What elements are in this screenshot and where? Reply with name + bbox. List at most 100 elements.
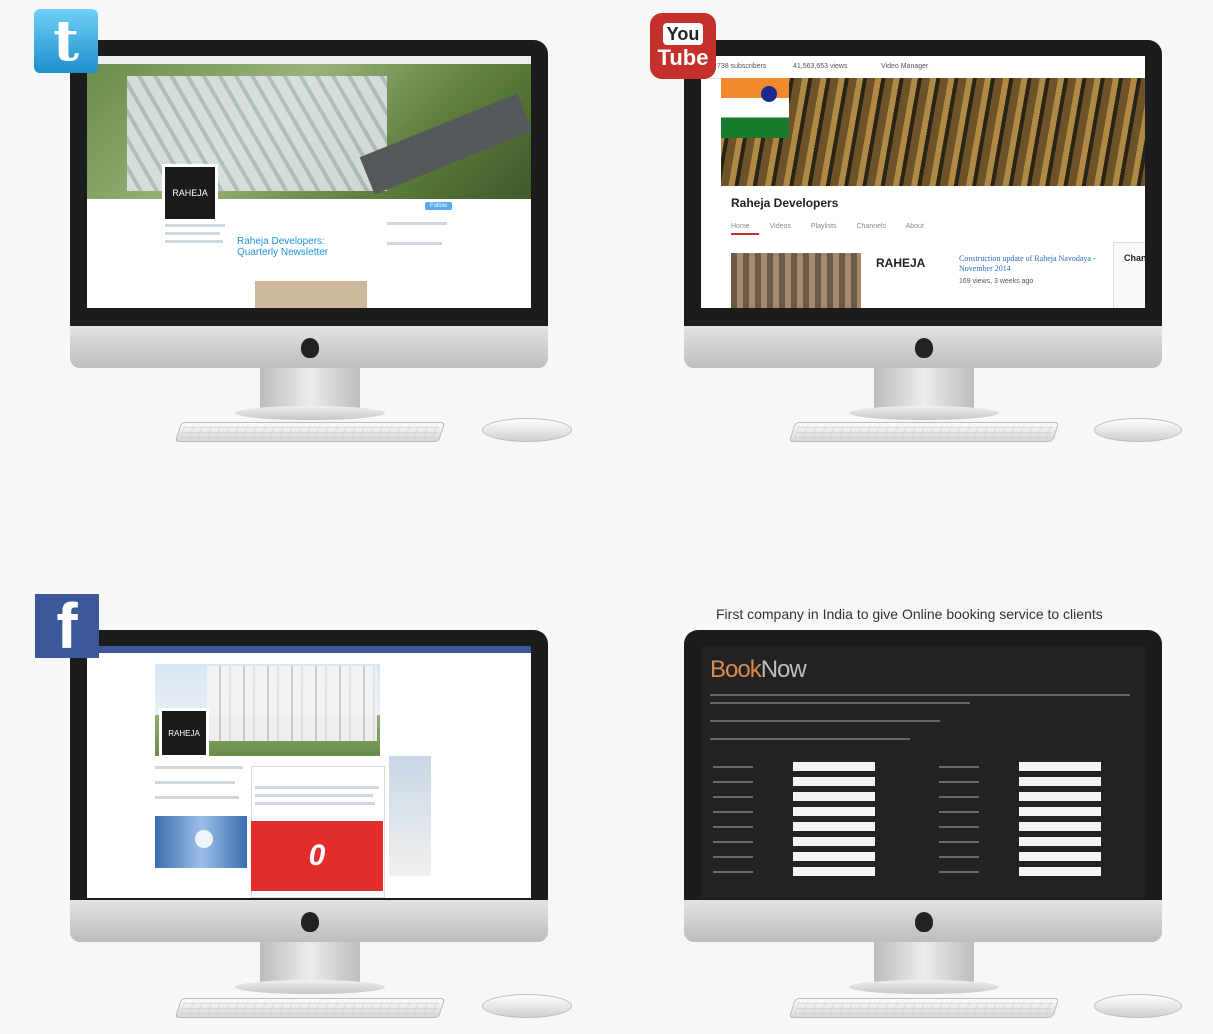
form-input[interactable] [1019,837,1101,846]
tweet-link[interactable]: Raheja Developers: Quarterly Newsletter [237,236,367,258]
youtube-screen: 738 subscribers 41,563,653 views Video M… [701,56,1145,308]
imac-youtube: 738 subscribers 41,563,653 views Video M… [684,40,1182,460]
booking-caption: First company in India to give Online bo… [716,606,1103,622]
mouse [482,418,572,442]
field-label [713,766,753,768]
keyboard [788,998,1060,1018]
play-icon[interactable] [195,830,213,848]
twitter-letter: t [53,8,79,74]
youtube-stats-bar: 738 subscribers 41,563,653 views Video M… [701,56,1145,79]
views-count: 41,563,653 views [793,63,848,70]
field-label [713,781,753,783]
post-image[interactable]: 0 [251,821,383,891]
raheja-brand: RAHEJA [876,256,926,270]
field-label [939,811,979,813]
form-input[interactable] [1019,777,1101,786]
form-input[interactable] [1019,822,1101,831]
twitter-avatar[interactable]: RAHEJA [162,164,218,222]
intro-text-line [710,694,1130,696]
stats-line [387,222,447,225]
form-input[interactable] [793,837,875,846]
video-meta: 169 views, 3 weeks ago [959,278,1034,285]
keyboard [174,422,446,442]
post-line [255,786,379,789]
form-input[interactable] [793,822,875,831]
facebook-logo-icon[interactable]: f [35,590,99,662]
keyboard [174,998,446,1018]
mouse [1094,418,1182,442]
form-input[interactable] [1019,867,1101,876]
video-title-link[interactable]: Construction update of Raheja Navodaya -… [959,254,1099,273]
intro-text-line [710,720,940,722]
post-line [255,794,373,797]
booking-title: BookNow [710,656,807,684]
video-thumbnail[interactable] [731,253,861,308]
channel-tabs[interactable]: Home Videos Playlists Channels About [731,223,924,235]
facebook-avatar[interactable]: RAHEJA [159,708,209,758]
left-line [155,781,235,784]
field-label [713,796,753,798]
facebook-screen: RAHEJA 0 [87,646,531,898]
left-line [155,766,243,769]
form-input[interactable] [1019,807,1101,816]
twitter-logo-icon[interactable]: t [34,8,98,74]
facebook-navbar [87,646,531,653]
browser-bar [87,56,531,64]
twitter-screen: RAHEJA Raheja Developers: Quarterly News… [87,56,531,308]
booking-title-book: Book [710,656,762,683]
profile-line [165,240,223,243]
right-ads-column [389,756,431,876]
intro-text-line [710,738,910,740]
left-line [155,796,239,799]
form-input[interactable] [1019,762,1101,771]
booking-screen: BookNow [701,646,1145,898]
booking-panel: First company in India to give Online bo… [646,590,1213,1034]
imac-base [235,980,385,994]
twitter-panel: RAHEJA Raheja Developers: Quarterly News… [0,0,600,470]
field-label [939,766,979,768]
channel-name: Raheja Developers [731,196,839,210]
apple-logo-icon [915,338,933,358]
mouse [1094,994,1182,1018]
youtube-you: You [662,23,704,45]
channel-sidebar: Channel [1113,242,1145,308]
form-input[interactable] [793,852,875,861]
youtube-logo-icon[interactable]: You Tube [650,13,716,79]
facebook-letter: f [56,590,78,662]
form-input[interactable] [1019,852,1101,861]
cover-towers [207,666,377,741]
apple-logo-icon [915,912,933,932]
imac-booking: BookNow [684,630,1182,1034]
post-logo: 0 [308,839,326,872]
video-manager-link[interactable]: Video Manager [881,63,928,70]
subscribers-count: 738 subscribers [717,63,767,70]
keyboard [788,422,1060,442]
form-input[interactable] [793,867,875,876]
apple-logo-icon [301,912,319,932]
youtube-tube: Tube [657,45,709,70]
field-label [939,856,979,858]
india-flag-image [721,78,789,138]
follow-button[interactable]: Follow [425,202,453,210]
form-input[interactable] [1019,792,1101,801]
field-label [713,826,753,828]
mouse [482,994,572,1018]
imac-base [849,406,999,420]
sidebar-title: Channel [1124,253,1145,263]
imac-base [849,980,999,994]
field-label [939,871,979,873]
field-label [939,796,979,798]
form-input[interactable] [793,807,875,816]
post-line [255,802,375,805]
profile-line [165,224,225,227]
field-label [713,841,753,843]
field-label [713,871,753,873]
facebook-panel: RAHEJA 0 f [0,590,600,1034]
form-input[interactable] [793,762,875,771]
field-label [939,841,979,843]
tweet-image [255,281,367,308]
form-input[interactable] [793,792,875,801]
field-label [939,826,979,828]
profile-line [165,232,220,235]
form-input[interactable] [793,777,875,786]
